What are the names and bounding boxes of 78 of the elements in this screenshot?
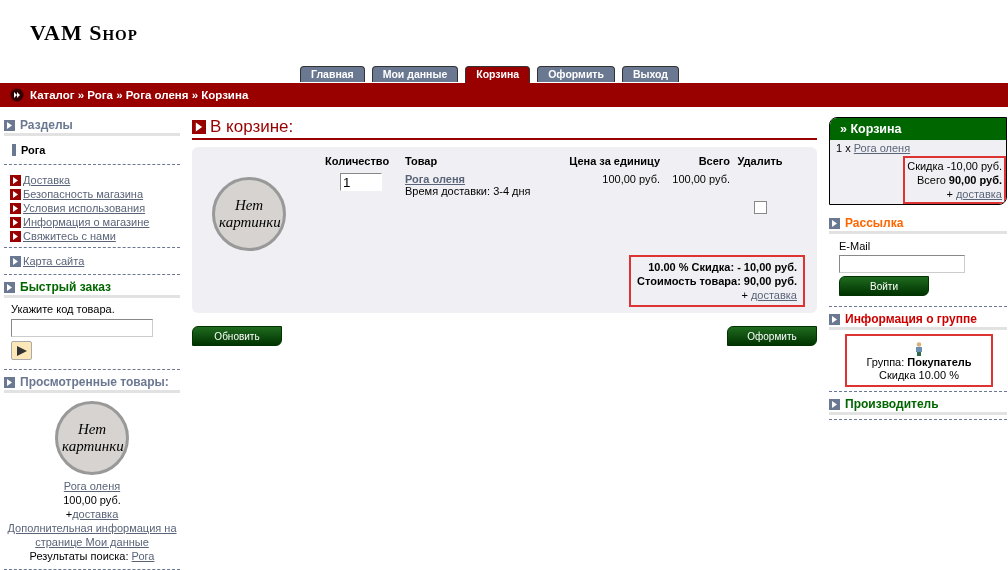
column-header: Цена за единицу bbox=[568, 155, 660, 167]
shipping-link[interactable]: доставка bbox=[72, 508, 119, 520]
arrow-icon bbox=[10, 255, 21, 267]
arrow-icon bbox=[10, 202, 21, 214]
shipping-link[interactable]: доставка bbox=[955, 188, 1002, 200]
section-heading: Просмотренные товары: bbox=[20, 375, 169, 389]
arrow-icon bbox=[829, 313, 840, 325]
no-image-text: Нет картинки bbox=[62, 421, 122, 455]
plus-sign: + bbox=[946, 188, 953, 200]
forward-icon bbox=[10, 88, 24, 102]
section-heading: Быстрый заказ bbox=[20, 280, 111, 294]
login-button[interactable]: Войти bbox=[839, 276, 929, 296]
column-header: Всего bbox=[697, 155, 730, 167]
category-item[interactable]: Рога bbox=[12, 144, 180, 156]
item-quantity: 1 x bbox=[836, 142, 851, 154]
column-header: Товар bbox=[405, 155, 439, 167]
arrow-icon bbox=[10, 230, 21, 242]
arrow-icon bbox=[829, 217, 840, 229]
arrow-icon bbox=[10, 216, 21, 228]
breadcrumb: Каталог » Рога » Рога оленя » Корзина bbox=[30, 89, 249, 101]
discount-text: Скидка 10.00 % bbox=[879, 369, 959, 382]
nav-tab[interactable]: Мои данные bbox=[371, 66, 459, 82]
info-link[interactable]: Информация о магазине bbox=[23, 216, 150, 228]
more-info-link[interactable]: Дополнительная информация на странице Мои данные bbox=[4, 521, 180, 549]
product-code-field[interactable] bbox=[11, 319, 153, 337]
group-text: Группа: Покупатель bbox=[866, 356, 972, 369]
info-link[interactable]: Безопасность магазина bbox=[23, 188, 144, 200]
nav-tab[interactable]: Оформить bbox=[537, 66, 615, 82]
info-link[interactable]: Свяжитесь с нами bbox=[23, 230, 116, 242]
email-label: E-Mail bbox=[839, 240, 871, 252]
plus-sign: + bbox=[741, 289, 748, 301]
delete-checkbox[interactable] bbox=[753, 201, 767, 214]
arrow-icon bbox=[4, 281, 15, 293]
product-link[interactable]: Рога оленя bbox=[853, 142, 911, 154]
info-link[interactable]: Доставка bbox=[23, 174, 71, 186]
total-text: Всего 90,00 руб. bbox=[916, 173, 1002, 187]
info-link[interactable]: Условия использования bbox=[23, 202, 146, 214]
category-link[interactable]: Рога bbox=[131, 550, 155, 562]
person-icon bbox=[914, 342, 924, 356]
section-heading: Информация о группе bbox=[845, 312, 977, 326]
mini-cart-title: » Корзина bbox=[830, 118, 1006, 140]
sitemap-link[interactable]: Карта сайта bbox=[23, 255, 85, 267]
unit-price: 100,00 руб. bbox=[602, 173, 660, 185]
action-button[interactable]: Обновить bbox=[192, 326, 282, 346]
quantity-field[interactable]: 1 bbox=[340, 173, 382, 191]
product-link[interactable]: Рога оленя bbox=[405, 173, 465, 185]
product-link[interactable]: Рога оленя bbox=[63, 479, 121, 493]
nav-tab[interactable]: Главная bbox=[300, 66, 365, 82]
arrow-icon bbox=[4, 376, 15, 388]
discount-text: 10.00 % Скидка: - 10,00 руб. bbox=[648, 260, 797, 274]
submit-button[interactable] bbox=[11, 341, 32, 360]
shipping-link[interactable]: доставка bbox=[750, 289, 797, 301]
arrow-icon bbox=[4, 119, 15, 131]
plus-sign: + bbox=[65, 508, 73, 520]
prompt-text: Укажите код товара. bbox=[11, 303, 115, 315]
delivery-time: Время доставки: 3-4 дня bbox=[405, 185, 532, 197]
subtotal-text: Стоимость товара: 90,00 руб. bbox=[637, 274, 797, 288]
nav-tab[interactable]: Выход bbox=[621, 66, 679, 82]
email-field[interactable] bbox=[839, 255, 965, 273]
nav-tab[interactable]: Корзина bbox=[465, 66, 531, 83]
arrow-icon bbox=[10, 188, 21, 200]
play-icon bbox=[15, 344, 28, 357]
column-header: Удалить bbox=[736, 155, 784, 167]
section-heading: Производитель bbox=[845, 397, 939, 411]
arrow-icon bbox=[10, 174, 21, 186]
action-button[interactable]: Оформить bbox=[727, 326, 817, 346]
page-title: В корзине: bbox=[210, 117, 294, 137]
no-image-text: Нет картинки bbox=[219, 197, 279, 231]
discount-text: Скидка -10,00 руб. bbox=[907, 159, 1002, 173]
section-heading: Рассылка bbox=[845, 216, 904, 230]
column-header: Количество bbox=[325, 155, 391, 167]
price: 100,00 руб. bbox=[63, 493, 121, 507]
item-total: 100,00 руб. bbox=[672, 173, 730, 185]
search-results-label: Результаты поиска: bbox=[29, 550, 129, 562]
arrow-icon bbox=[829, 398, 840, 410]
section-heading: Разделы bbox=[20, 118, 73, 132]
arrow-icon bbox=[192, 120, 206, 134]
shop-logo: VAM Shop bbox=[30, 20, 138, 46]
